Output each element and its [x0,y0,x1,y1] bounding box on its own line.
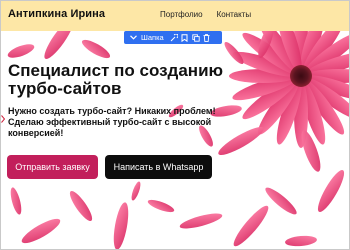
hero-title: Специалист по созданию турбо-сайтов [8,61,224,98]
whatsapp-button[interactable]: Написать в Whatsapp [105,155,212,179]
chevron-down-icon[interactable] [129,33,138,42]
send-request-button[interactable]: Отправить заявку [7,155,98,179]
trash-icon[interactable] [202,33,212,43]
side-arrow-icon[interactable] [1,115,5,123]
nav-link-contacts[interactable]: Контакты [217,10,252,19]
site-preview: Антипкина Ирина Портфолио Контакты Шапка… [0,0,350,250]
main-nav: Портфолио Контакты [160,10,251,19]
block-name-label[interactable]: Шапка [141,33,164,42]
nav-link-portfolio[interactable]: Портфолио [160,10,203,19]
site-header: Антипкина Ирина Портфолио Контакты [1,1,349,31]
block-editor-toolbar: Шапка [124,31,222,44]
hero-subtitle: Нужно создать турбо-сайт? Никаких пробле… [8,106,216,138]
settings-icon[interactable] [169,33,179,43]
copy-icon[interactable] [191,33,201,43]
brand-name: Антипкина Ирина [8,8,106,20]
bookmark-icon[interactable] [180,33,190,43]
